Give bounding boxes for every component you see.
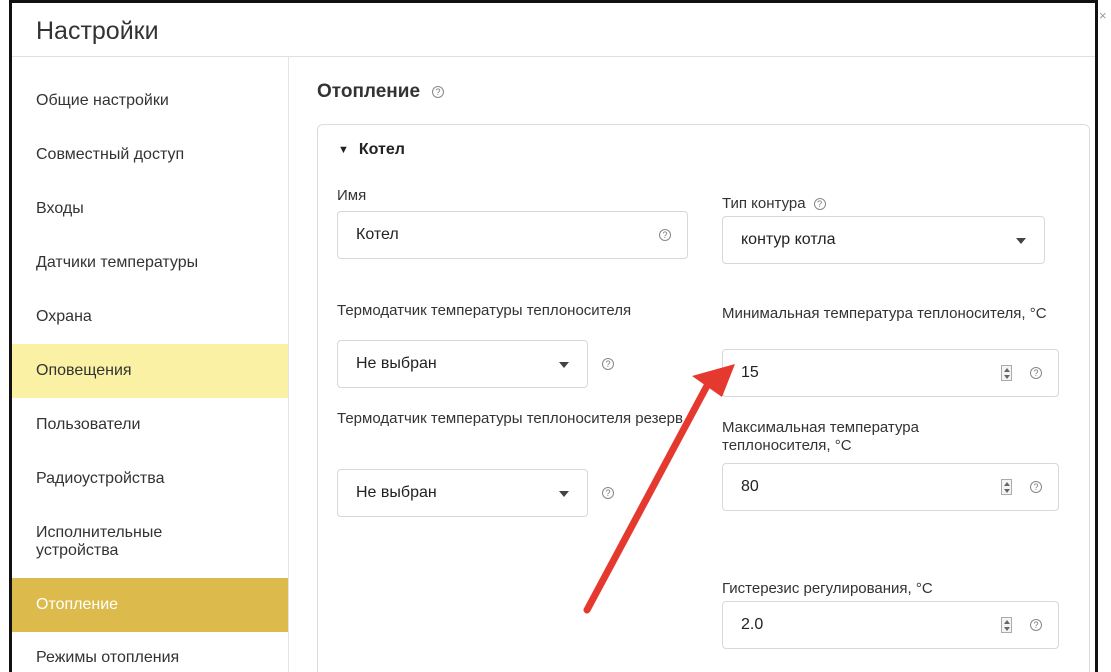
sidebar-item-actuators[interactable]: Исполнительные устройства	[12, 506, 202, 578]
help-icon[interactable]: ?	[602, 487, 614, 499]
section-title: Отопление ?	[317, 81, 445, 103]
settings-window: Настройки Общие настройки Совместный дос…	[9, 0, 1098, 672]
section-title-text: Отопление	[317, 81, 421, 102]
sidebar-item-security[interactable]: Охрана	[12, 291, 288, 343]
caret-down-icon: ▼	[338, 144, 349, 156]
sensor-select[interactable]: Не выбран	[337, 340, 588, 388]
main-content: Отопление ? ▼ Котел Имя Котел ? Тип конт…	[289, 57, 1095, 672]
help-icon[interactable]: ?	[1030, 619, 1042, 631]
sidebar-item-heating-modes[interactable]: Режимы отопления	[12, 632, 288, 672]
circuit-type-label-text: Тип контура	[722, 195, 806, 212]
sidebar-item-heating[interactable]: Отопление	[12, 578, 288, 632]
stepper-icon[interactable]	[1001, 365, 1012, 381]
sensor-label: Термодатчик температуры теплоносителя	[337, 302, 632, 319]
hysteresis-input[interactable]: 2.0 ?	[722, 601, 1059, 649]
sidebar-item-inputs[interactable]: Входы	[12, 183, 288, 235]
chevron-down-icon	[1016, 238, 1026, 244]
close-icon[interactable]: ×	[1099, 8, 1107, 23]
min-temp-input[interactable]: 15 ?	[722, 349, 1059, 397]
sensor-reserve-select[interactable]: Не выбран	[337, 469, 588, 517]
stepper-icon[interactable]	[1001, 617, 1012, 633]
max-temp-value: 80	[741, 478, 759, 495]
hysteresis-label: Гистерезис регулирования, °C	[722, 580, 933, 597]
boiler-card: ▼ Котел Имя Котел ? Тип контура? контур …	[317, 124, 1090, 672]
help-icon[interactable]: ?	[432, 86, 445, 98]
name-input[interactable]: Котел ?	[337, 211, 688, 259]
name-label: Имя	[337, 187, 367, 204]
sidebar-item-radio-devices[interactable]: Радиоустройства	[12, 452, 288, 506]
help-icon[interactable]: ?	[813, 198, 826, 211]
sidebar-item-sharing[interactable]: Совместный доступ	[12, 129, 288, 181]
help-icon[interactable]: ?	[1030, 367, 1042, 379]
max-temp-label: Максимальная температура теплоносителя, …	[722, 419, 919, 454]
circuit-type-label: Тип контура?	[722, 195, 826, 213]
sidebar-item-temp-sensors[interactable]: Датчики температуры	[12, 237, 288, 289]
sidebar-item-users[interactable]: Пользователи	[12, 398, 288, 452]
boiler-card-title: Котел	[358, 141, 405, 158]
hysteresis-value: 2.0	[741, 616, 764, 633]
min-temp-label: Минимальная температура теплоносителя, °…	[722, 305, 1047, 322]
chevron-down-icon	[559, 491, 569, 497]
window-title: Настройки	[36, 17, 159, 45]
sensor-value: Не выбран	[356, 355, 437, 372]
sensor-reserve-label: Термодатчик температуры теплоносителя ре…	[337, 410, 683, 427]
name-input-value: Котел	[356, 226, 399, 243]
help-icon[interactable]: ?	[659, 229, 671, 241]
min-temp-value: 15	[741, 364, 759, 381]
sidebar: Общие настройки Совместный доступ Входы …	[12, 57, 289, 672]
help-icon[interactable]: ?	[602, 358, 614, 370]
sidebar-item-notifications[interactable]: Оповещения	[12, 344, 288, 398]
sensor-reserve-value: Не выбран	[356, 484, 437, 501]
stepper-icon[interactable]	[1001, 479, 1012, 495]
chevron-down-icon	[559, 362, 569, 368]
boiler-card-toggle[interactable]: ▼ Котел	[338, 141, 405, 159]
max-temp-input[interactable]: 80 ?	[722, 463, 1059, 511]
window-header: Настройки	[12, 3, 1095, 57]
circuit-type-value: контур котла	[741, 231, 836, 248]
sidebar-item-general[interactable]: Общие настройки	[12, 75, 288, 127]
circuit-type-select[interactable]: контур котла	[722, 216, 1045, 264]
help-icon[interactable]: ?	[1030, 481, 1042, 493]
